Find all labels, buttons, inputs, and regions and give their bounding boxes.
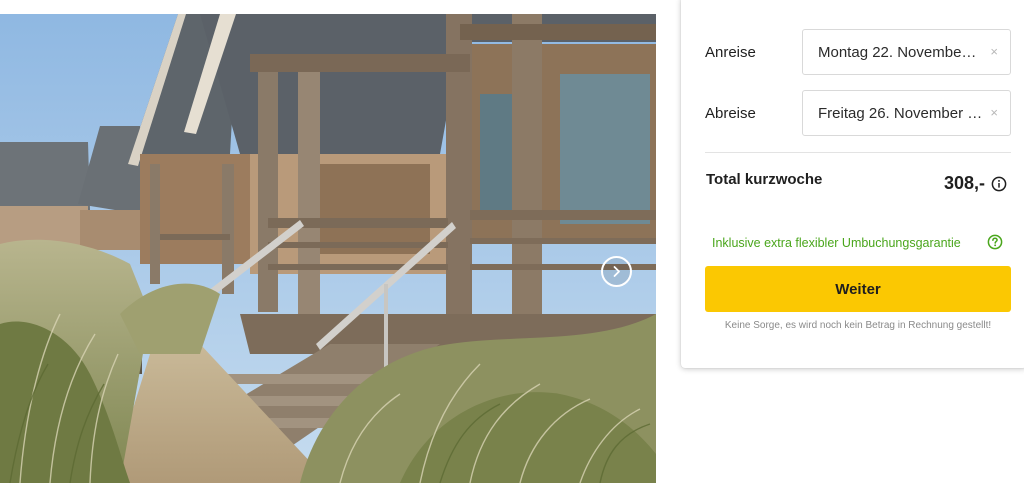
- departure-label: Abreise: [705, 104, 756, 122]
- guarantee-text[interactable]: Inklusive extra flexibler Umbuchungsgara…: [712, 236, 961, 250]
- chevron-right-icon: [613, 266, 620, 277]
- question-circle-icon[interactable]: [987, 234, 1003, 250]
- arrival-clear-icon[interactable]: ×: [990, 44, 998, 60]
- departure-date-input[interactable]: Freitag 26. November … ×: [802, 90, 1011, 136]
- total-label: Total kurzwoche: [706, 171, 823, 188]
- info-circle-icon[interactable]: [991, 176, 1007, 192]
- departure-clear-icon[interactable]: ×: [990, 105, 998, 121]
- arrival-date-input[interactable]: Montag 22. Novembe… ×: [802, 29, 1011, 75]
- divider: [705, 152, 1011, 153]
- gallery-next-button[interactable]: [601, 256, 632, 287]
- arrival-label: Anreise: [705, 43, 756, 61]
- photo-gallery[interactable]: [0, 14, 656, 483]
- departure-row: Abreise Freitag 26. November … ×: [705, 90, 1011, 136]
- no-charge-note: Keine Sorge, es wird noch kein Betrag in…: [724, 320, 992, 331]
- chalet-photo: [0, 14, 656, 483]
- departure-date-value: Freitag 26. November …: [818, 104, 983, 122]
- booking-card: Anreise Montag 22. Novembe… × Abreise Fr…: [681, 0, 1024, 368]
- arrival-row: Anreise Montag 22. Novembe… ×: [705, 29, 1011, 75]
- total-price: 308,-: [943, 173, 985, 193]
- continue-button[interactable]: Weiter: [705, 266, 1011, 312]
- arrival-date-value: Montag 22. Novembe…: [818, 43, 977, 61]
